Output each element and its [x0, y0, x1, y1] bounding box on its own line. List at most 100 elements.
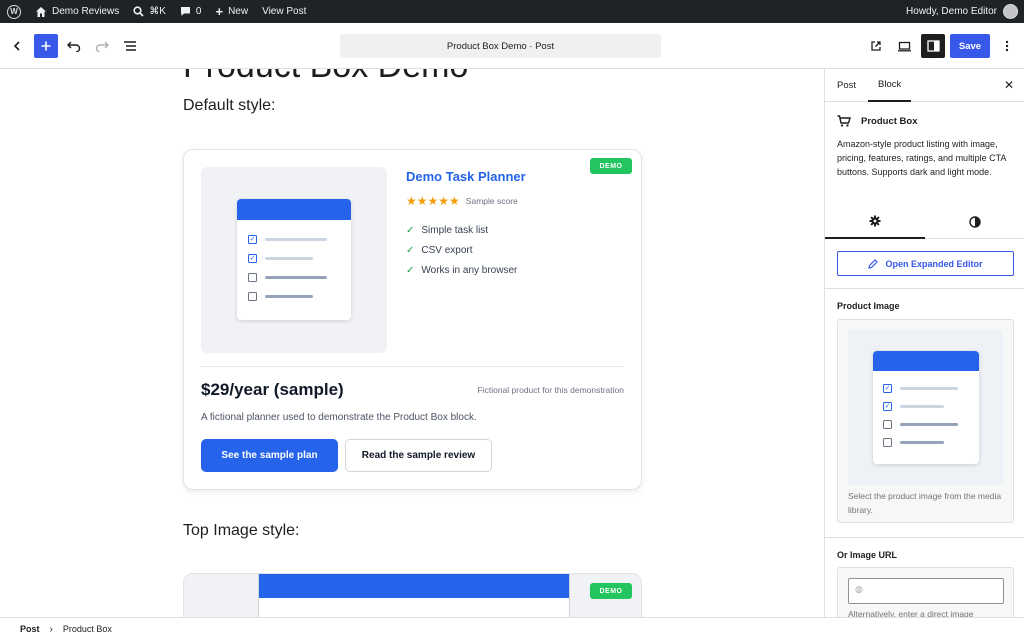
redo-icon — [95, 41, 109, 52]
account-menu[interactable]: Howdy, Demo Editor — [906, 0, 1018, 23]
feature-item: ✓ CSV export — [406, 244, 473, 256]
check-icon: ✓ — [406, 244, 415, 256]
redo-button[interactable] — [90, 34, 114, 58]
settings-sidebar-toggle[interactable] — [921, 34, 945, 58]
score-label: Sample score — [465, 196, 518, 206]
sidebar-tabs: Post Block ✕ — [825, 69, 1024, 102]
styles-icon — [969, 216, 981, 228]
chevron-left-icon — [13, 41, 20, 51]
product-image[interactable] — [258, 574, 570, 617]
comments-menu[interactable]: 0 — [173, 0, 209, 23]
image-url-help: Alternatively, enter a direct image — [848, 609, 974, 617]
comment-icon — [180, 7, 190, 16]
post-title[interactable]: Product Box Demo — [183, 69, 468, 86]
product-name[interactable]: Demo Task Planner — [406, 169, 526, 184]
product-rating: ★★★★★ Sample score — [406, 194, 518, 208]
checkbox-empty-icon — [248, 292, 257, 301]
save-button[interactable]: Save — [950, 34, 990, 58]
planner-illustration: ✓ ✓ — [237, 199, 351, 320]
breadcrumb-post[interactable]: Post — [20, 624, 40, 634]
tab-block[interactable]: Block — [868, 69, 912, 102]
avatar — [1003, 4, 1018, 19]
desktop-icon — [897, 41, 911, 51]
plus-icon: + — [215, 4, 224, 19]
feature-item: ✓ Works in any browser — [406, 264, 518, 276]
breadcrumb-product-box[interactable]: Product Box — [63, 624, 112, 634]
tab-styles[interactable] — [925, 205, 1024, 239]
image-url-label: Or Image URL — [837, 550, 898, 560]
block-name: Product Box — [861, 115, 918, 127]
primary-cta-button[interactable]: See the sample plan — [201, 439, 338, 472]
undo-button[interactable] — [62, 34, 86, 58]
product-image[interactable]: ✓ ✓ — [201, 167, 387, 353]
top-image-style-heading[interactable]: Top Image style: — [183, 522, 300, 540]
cart-icon — [837, 115, 851, 127]
product-image-panel: ✓ ✓ Select the product image from the me… — [837, 319, 1014, 523]
check-icon: ✓ — [406, 264, 415, 276]
settings-sidebar: Post Block ✕ Product Box Amazon-style pr… — [824, 69, 1024, 617]
editor-toolbar: Product Box Demo · Post Save — [0, 23, 1024, 69]
checkbox-checked-icon: ✓ — [883, 402, 892, 411]
check-icon: ✓ — [406, 224, 415, 236]
document-title-bar[interactable]: Product Box Demo · Post — [340, 34, 661, 58]
search-icon — [133, 6, 144, 17]
divider — [201, 366, 624, 367]
view-post-label: View Post — [262, 6, 307, 17]
tab-settings[interactable] — [825, 205, 925, 239]
checkbox-checked-icon: ✓ — [248, 235, 257, 244]
undo-icon — [67, 41, 81, 52]
options-menu-button[interactable] — [995, 34, 1019, 58]
checkbox-checked-icon: ✓ — [248, 254, 257, 263]
product-box-top-image-block[interactable]: DEMO — [183, 573, 642, 617]
settings-icon — [869, 215, 881, 227]
product-description[interactable]: A fictional planner used to demonstrate … — [201, 412, 477, 423]
block-inserter-button[interactable] — [34, 34, 58, 58]
more-vertical-icon — [1005, 40, 1009, 52]
list-view-icon — [124, 41, 136, 51]
inspector-tabs — [825, 205, 1024, 239]
block-card-header: Product Box — [837, 115, 917, 127]
product-image-help: Select the product image from the media … — [848, 491, 1002, 515]
view-post-button[interactable] — [864, 34, 888, 58]
command-search[interactable]: ⌘K — [126, 0, 173, 23]
image-url-panel: ◍ Alternatively, enter a direct image — [837, 567, 1014, 617]
view-post-link[interactable]: View Post — [255, 0, 313, 23]
close-icon: ✕ — [1003, 78, 1015, 92]
plus-icon — [41, 41, 51, 51]
product-image-preview[interactable]: ✓ ✓ — [848, 330, 1003, 485]
star-rating-icon: ★★★★★ — [406, 194, 460, 208]
sidebar-icon — [926, 40, 940, 52]
checkbox-checked-icon: ✓ — [883, 384, 892, 393]
chevron-right-icon: › — [49, 623, 53, 635]
checkbox-empty-icon — [883, 420, 892, 429]
open-expanded-editor-button[interactable]: Open Expanded Editor — [837, 251, 1014, 276]
wordpress-icon: W — [7, 4, 21, 19]
comments-count: 0 — [195, 6, 202, 17]
wordpress-logo-menu[interactable]: W — [0, 0, 28, 23]
device-preview-button[interactable] — [892, 34, 916, 58]
secondary-cta-button[interactable]: Read the sample review — [345, 439, 492, 472]
search-shortcut: ⌘K — [149, 6, 166, 17]
checkbox-empty-icon — [248, 273, 257, 282]
close-sidebar-button[interactable]: ✕ — [1002, 78, 1016, 92]
new-content-menu[interactable]: + New — [208, 0, 255, 23]
divider — [825, 537, 1024, 538]
price-disclaimer: Fictional product for this demonstration — [477, 385, 624, 395]
tab-post[interactable]: Post — [837, 69, 856, 102]
image-url-input[interactable] — [848, 578, 1004, 604]
howdy-text: Howdy, Demo Editor — [906, 6, 997, 17]
divider — [825, 288, 1024, 289]
default-style-heading[interactable]: Default style: — [183, 97, 275, 115]
document-overview-button[interactable] — [118, 34, 142, 58]
editor-canvas: Product Box Demo Default style: DEMO ✓ ✓… — [0, 69, 824, 617]
product-box-block[interactable]: DEMO ✓ ✓ Demo Task Planner ★★★★★ Sample … — [183, 149, 642, 490]
site-name-menu[interactable]: Demo Reviews — [28, 0, 126, 23]
product-image-label: Product Image — [837, 301, 900, 311]
admin-bar: W Demo Reviews ⌘K 0 + New View Post Howd… — [0, 0, 1024, 23]
demo-badge: DEMO — [590, 583, 632, 599]
planner-illustration: ✓ ✓ — [873, 351, 979, 464]
checkbox-empty-icon — [883, 438, 892, 447]
home-icon — [36, 6, 46, 17]
back-button[interactable] — [5, 34, 29, 58]
product-price[interactable]: $29/year (sample) — [201, 380, 344, 400]
